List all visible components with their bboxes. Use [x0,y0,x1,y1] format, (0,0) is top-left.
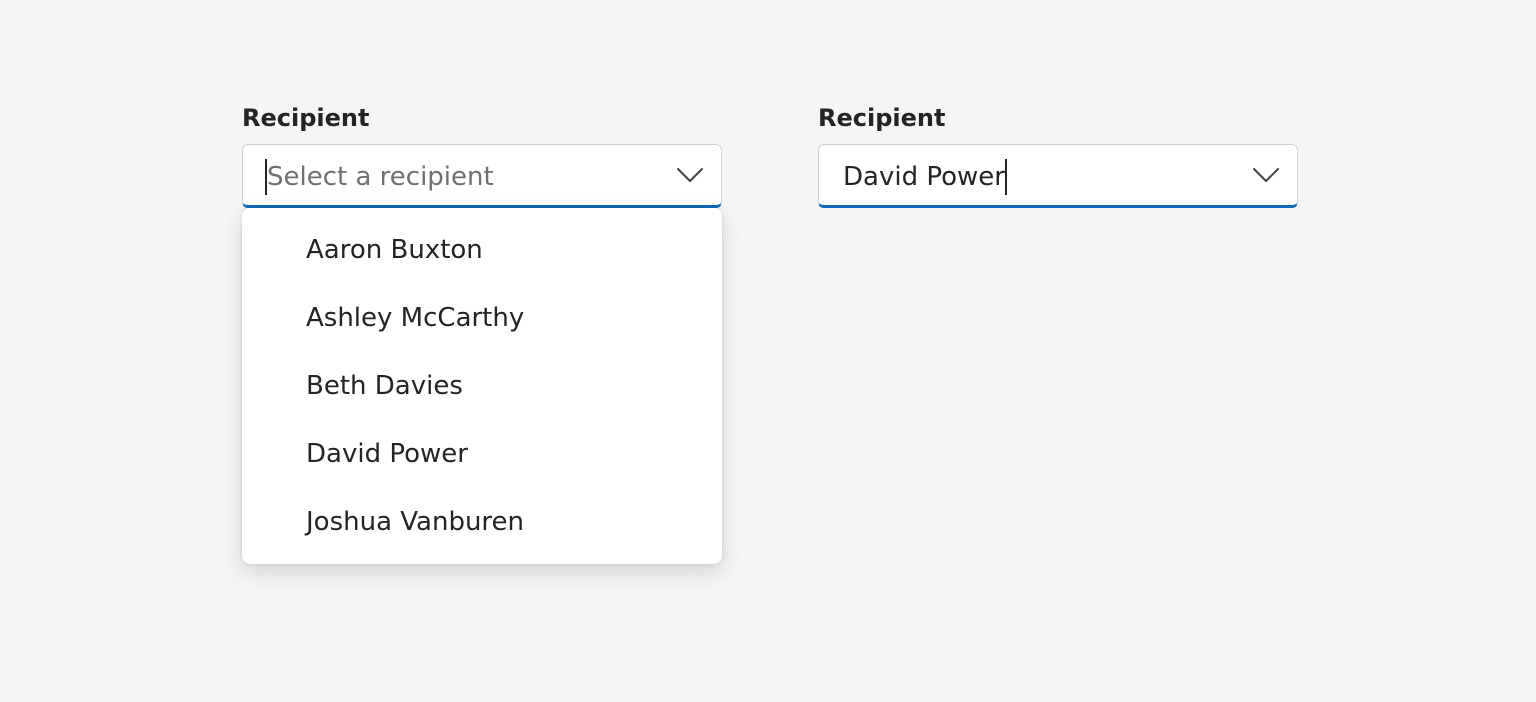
recipient-field-right: Recipient David Power [818,100,1298,208]
recipient-placeholder: Select a recipient [267,162,494,192]
option-beth-davies[interactable]: Beth Davies [242,352,722,420]
option-aaron-buxton[interactable]: Aaron Buxton [242,216,722,284]
recipient-field-left: Recipient Select a recipient Aaron Buxto… [242,100,722,564]
chevron-down-icon[interactable] [675,160,705,190]
recipient-combobox-left[interactable]: Select a recipient [242,144,722,208]
option-david-power[interactable]: David Power [242,420,722,488]
chevron-down-icon[interactable] [1251,160,1281,190]
option-joshua-vanburen[interactable]: Joshua Vanburen [242,488,722,556]
text-cursor [1004,159,1007,195]
recipient-input-left[interactable]: Select a recipient [265,155,675,195]
recipient-label: Recipient [818,104,946,132]
recipient-listbox: Aaron Buxton Ashley McCarthy Beth Davies… [242,208,722,564]
option-ashley-mccarthy[interactable]: Ashley McCarthy [242,284,722,352]
recipient-label: Recipient [242,104,370,132]
recipient-input-right[interactable]: David Power [843,155,1251,195]
recipient-combobox-right[interactable]: David Power [818,144,1298,208]
recipient-value: David Power [843,162,1005,192]
